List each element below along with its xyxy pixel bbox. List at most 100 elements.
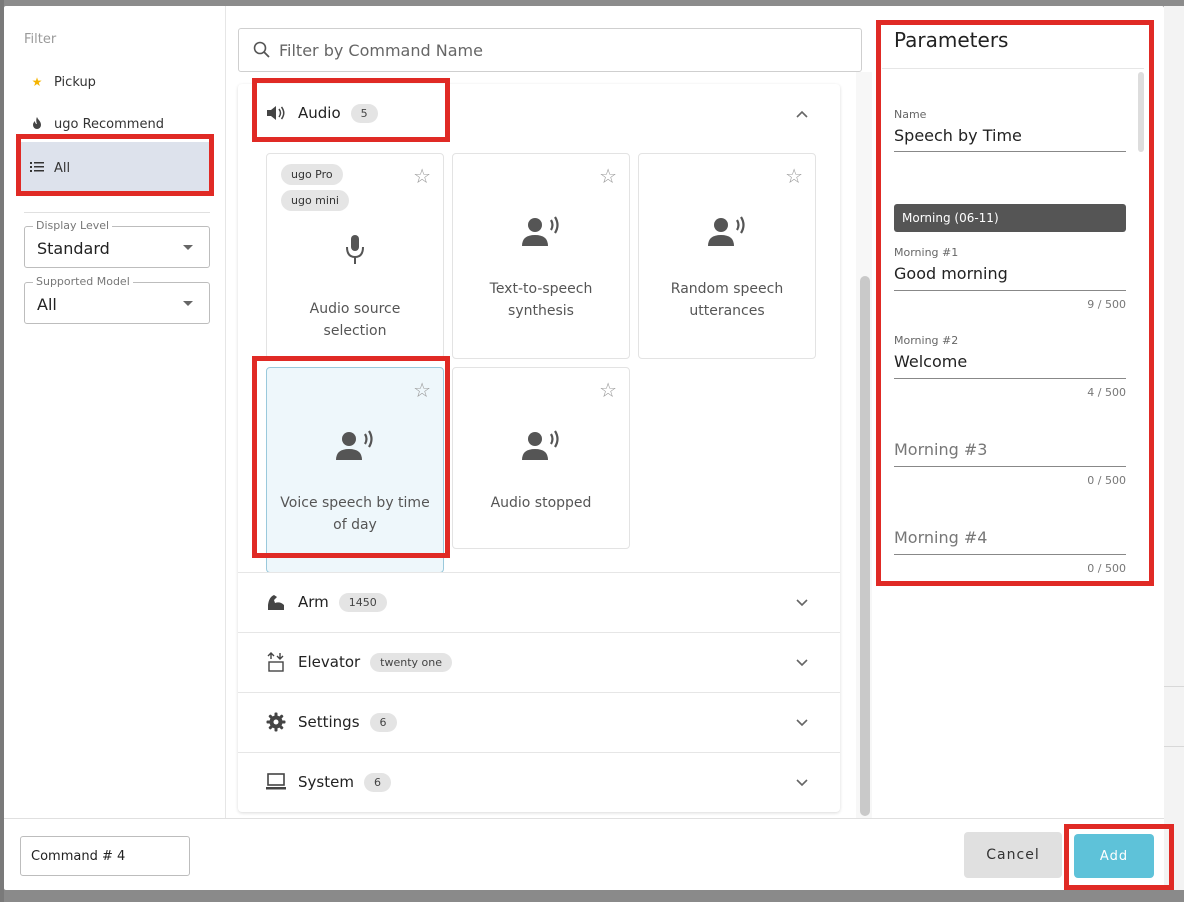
group-label: Settings: [298, 713, 360, 731]
command-card-title: Voice speech by time of day: [280, 495, 430, 533]
group-count-badge: twenty one: [370, 652, 453, 672]
morning-3-underline: [894, 466, 1126, 467]
voice-icon: [639, 216, 815, 252]
morning-4-field[interactable]: Morning #4: [894, 528, 987, 547]
supported-model-value: All: [37, 295, 57, 314]
group-header-arm[interactable]: Arm 1450: [238, 573, 840, 631]
computer-icon: [264, 773, 288, 791]
morning-1-char-count: 9 / 500: [1087, 298, 1126, 311]
morning-4-underline: [894, 554, 1126, 555]
supported-model-label: Supported Model: [33, 275, 133, 288]
morning-1-field[interactable]: Good morning: [894, 264, 1008, 283]
group-header-system[interactable]: System 6: [238, 753, 840, 811]
command-name-input[interactable]: Command # 4: [20, 836, 190, 876]
group-header-elevator[interactable]: Elevator twenty one: [238, 633, 840, 691]
morning-section-header: Morning (06-11): [894, 204, 1126, 232]
group-count-badge: 6: [369, 712, 397, 732]
name-field-underline: [894, 151, 1126, 152]
arm-icon: [264, 593, 288, 611]
group-count-badge: 6: [363, 772, 391, 792]
group-header-audio[interactable]: Audio 5: [238, 84, 840, 142]
command-card-title: Audio source selection: [309, 301, 401, 339]
group-label: System: [298, 773, 354, 791]
name-field[interactable]: Speech by Time: [894, 126, 1022, 145]
model-chip: ugo mini: [281, 190, 349, 211]
command-card-title: Random speech utterances: [670, 281, 784, 319]
morning-1-label: Morning #1: [894, 246, 959, 259]
voice-icon: [453, 430, 629, 466]
supported-model-select[interactable]: Supported Model All: [24, 275, 210, 324]
search-icon: [253, 41, 270, 58]
chevron-down-icon: [796, 595, 808, 611]
group-header-settings[interactable]: Settings 6: [238, 693, 840, 751]
command-card-audio-stopped[interactable]: ☆ Audio stopped: [452, 367, 630, 549]
display-level-value: Standard: [37, 239, 110, 258]
parameters-title: Parameters: [894, 28, 1009, 52]
morning-2-underline: [894, 378, 1126, 379]
command-card-title: Audio stopped: [490, 495, 592, 511]
filter-item-all[interactable]: All: [20, 142, 210, 194]
command-card-title: Text-to-speech synthesis: [489, 281, 593, 319]
morning-1-underline: [894, 290, 1126, 291]
chevron-down-icon: [796, 775, 808, 791]
filter-divider: [24, 212, 210, 213]
command-card-random-speech[interactable]: ☆ Random speech utterances: [638, 153, 816, 359]
cancel-button[interactable]: Cancel: [964, 832, 1062, 878]
background-right: [1164, 6, 1184, 890]
filter-item-recommend[interactable]: ugo Recommend: [26, 106, 164, 142]
search-placeholder: Filter by Command Name: [279, 40, 483, 60]
star-outline-icon[interactable]: ☆: [599, 164, 617, 188]
caret-down-icon: [183, 245, 193, 250]
command-search-input[interactable]: Filter by Command Name: [238, 28, 862, 72]
footer-divider: [4, 818, 1164, 819]
star-outline-icon[interactable]: ☆: [413, 164, 431, 188]
parameters-panel: Parameters Name Speech by Time Morning (…: [882, 22, 1144, 578]
display-level-select[interactable]: Display Level Standard: [24, 219, 210, 268]
caret-down-icon: [183, 301, 193, 306]
morning-4-char-count: 0 / 500: [1087, 562, 1126, 575]
filter-title: Filter: [24, 32, 57, 47]
morning-2-label: Morning #2: [894, 334, 959, 347]
star-outline-icon[interactable]: ☆: [599, 378, 617, 402]
command-card-text-to-speech[interactable]: ☆ Text-to-speech synthesis: [452, 153, 630, 359]
voice-icon: [453, 216, 629, 252]
command-list: Audio 5 ugo Pro ugo mini ☆ Audio source …: [238, 84, 840, 812]
filter-item-label: All: [54, 160, 71, 176]
command-card-voice-by-time[interactable]: ☆ Voice speech by time of day: [266, 367, 444, 573]
flame-icon: [26, 116, 48, 132]
voice-icon: [267, 430, 443, 466]
model-chip: ugo Pro: [281, 164, 343, 185]
group-label: Audio: [298, 104, 341, 122]
speaker-icon: [264, 105, 288, 121]
parameters-scrollbar[interactable]: [1138, 72, 1144, 152]
add-button[interactable]: Add: [1074, 834, 1154, 878]
morning-3-field[interactable]: Morning #3: [894, 440, 987, 459]
morning-2-char-count: 4 / 500: [1087, 386, 1126, 399]
chevron-down-icon: [796, 715, 808, 731]
display-level-label: Display Level: [33, 219, 113, 232]
group-label: Elevator: [298, 653, 361, 671]
list-icon: [26, 161, 48, 175]
chevron-up-icon: [796, 106, 808, 122]
star-icon: ★: [31, 75, 43, 89]
morning-2-field[interactable]: Welcome: [894, 352, 967, 371]
star-outline-icon[interactable]: ☆: [413, 378, 431, 402]
group-count-badge: 1450: [338, 592, 387, 612]
morning-3-char-count: 0 / 500: [1087, 474, 1126, 487]
filter-item-label: Pickup: [54, 74, 96, 90]
name-field-label: Name: [894, 108, 927, 121]
star-outline-icon[interactable]: ☆: [785, 164, 803, 188]
filter-panel: Filter ★ Pickup ugo Recommend All Displa…: [4, 6, 226, 818]
parameters-divider: [882, 68, 1144, 69]
add-command-dialog: Filter ★ Pickup ugo Recommend All Displa…: [4, 6, 1164, 890]
filter-item-label: ugo Recommend: [54, 116, 164, 132]
command-list-scroll-thumb[interactable]: [860, 276, 870, 816]
group-label: Arm: [298, 593, 329, 611]
chevron-down-icon: [796, 655, 808, 671]
filter-item-pickup[interactable]: ★ Pickup: [26, 64, 96, 100]
command-card-audio-source[interactable]: ugo Pro ugo mini ☆ Audio source selectio…: [266, 153, 444, 359]
gear-icon: [264, 712, 288, 732]
elevator-icon: [264, 652, 288, 672]
microphone-icon: [267, 234, 443, 270]
group-count-badge: 5: [350, 103, 378, 123]
